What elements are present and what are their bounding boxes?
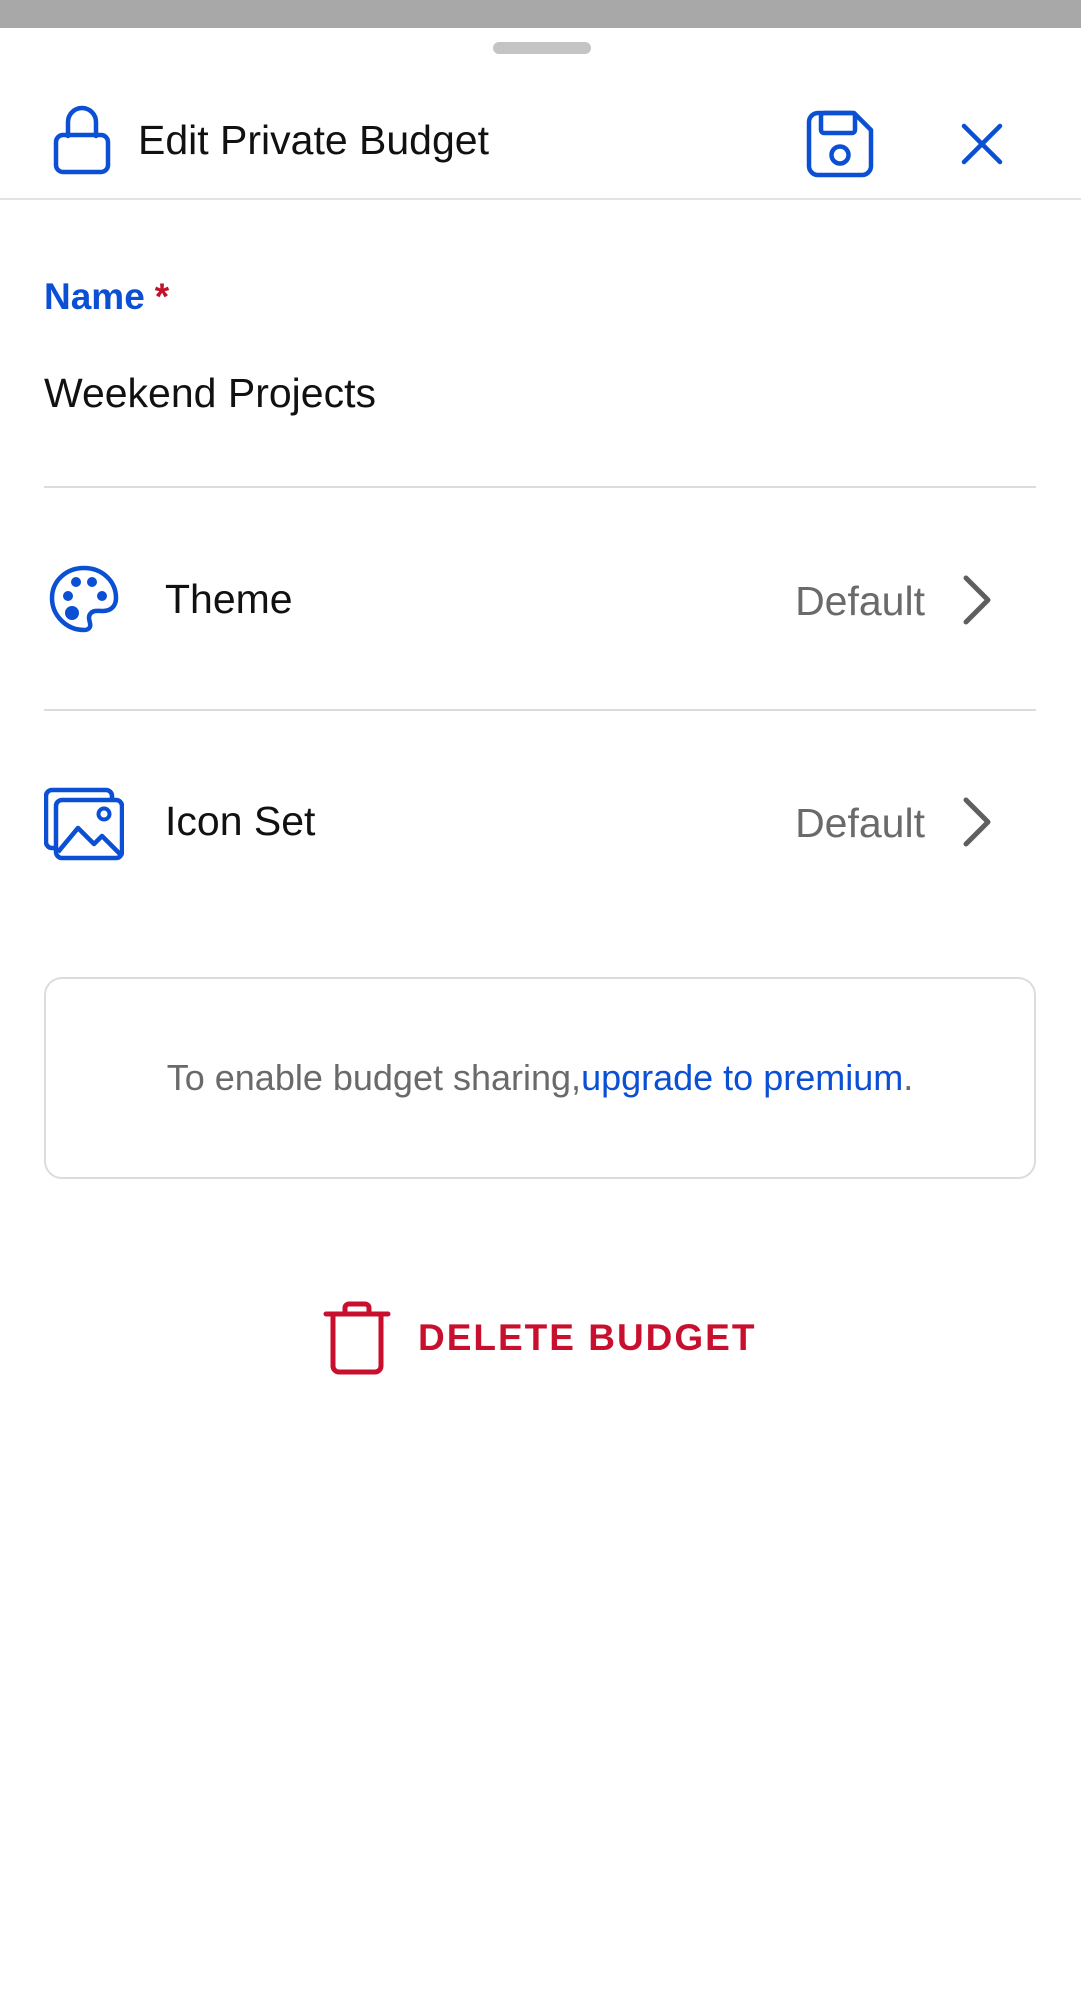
notice-suffix: .	[903, 1057, 914, 1098]
close-button[interactable]	[958, 120, 1006, 168]
chevron-right-icon	[963, 575, 991, 625]
theme-label: Theme	[165, 576, 293, 622]
notice-text: To enable budget sharing,	[166, 1057, 582, 1098]
icon-set-value: Default	[795, 800, 925, 846]
bottom-sheet: Edit Private Budget Name * Weekend Proje…	[0, 28, 1081, 1999]
premium-notice: To enable budget sharing, upgrade to pre…	[44, 977, 1036, 1179]
delete-budget-button[interactable]: DELETE BUDGET	[320, 1298, 770, 1378]
divider	[44, 709, 1036, 711]
save-button[interactable]	[804, 108, 876, 180]
name-input[interactable]	[44, 358, 1036, 488]
name-label-text: Name	[44, 276, 145, 317]
images-icon	[44, 787, 124, 861]
required-marker: *	[154, 276, 170, 317]
icon-set-setting-row[interactable]: Icon Set Default	[0, 712, 1081, 932]
page-title: Edit Private Budget	[138, 117, 489, 163]
delete-budget-label: DELETE BUDGET	[418, 1317, 757, 1358]
name-field-label: Name *	[44, 276, 169, 318]
edit-budget-page: Edit Private Budget Name * Weekend Proje…	[0, 0, 1081, 1999]
chevron-right-icon	[963, 797, 991, 847]
background-overlay	[0, 0, 1081, 28]
lock-icon	[53, 105, 111, 175]
palette-icon	[49, 565, 119, 633]
drag-handle[interactable]	[493, 42, 591, 54]
theme-value: Default	[795, 578, 925, 624]
trash-icon	[323, 1301, 391, 1375]
upgrade-link[interactable]: upgrade to premium	[581, 1057, 903, 1099]
icon-set-label: Icon Set	[165, 798, 316, 844]
theme-setting-row[interactable]: Theme Default	[0, 490, 1081, 710]
sheet-header: Edit Private Budget	[0, 58, 1081, 200]
